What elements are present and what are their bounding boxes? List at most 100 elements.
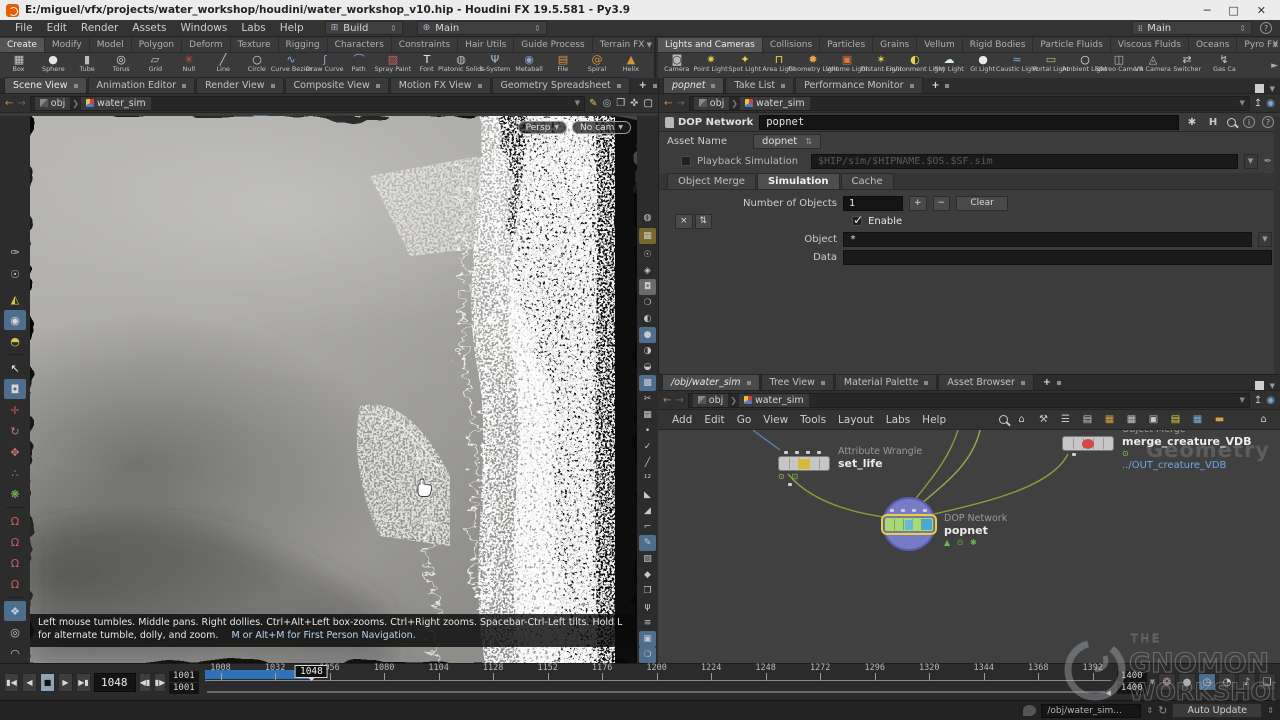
shelf-tool[interactable]: ▨ Spray Paint xyxy=(376,54,410,73)
path-dropdown-icon[interactable]: ▼ xyxy=(1239,396,1244,404)
shelf-tool[interactable]: ↯ Gas Ca xyxy=(1204,54,1244,73)
search-icon[interactable] xyxy=(1227,118,1236,127)
node-flags[interactable]: ⊙ ⊡ xyxy=(778,472,830,481)
link-mode-icon[interactable]: ◉ xyxy=(1266,98,1275,109)
tool-icon[interactable]: ✥ xyxy=(4,442,26,462)
shelf-tab[interactable]: Lights and Cameras xyxy=(658,38,763,52)
data-field[interactable] xyxy=(843,250,1272,265)
pane-tab[interactable]: Tree View xyxy=(761,374,834,390)
tab-close-icon[interactable] xyxy=(653,84,657,88)
tool-icon[interactable]: ❖ xyxy=(4,601,26,621)
playbar-option-icon[interactable]: ❏ xyxy=(1258,673,1276,691)
tab-close-icon[interactable] xyxy=(1057,381,1061,385)
display-option-icon[interactable]: ▩ xyxy=(639,375,656,391)
shelf-tab[interactable]: Collisions xyxy=(763,38,820,52)
shelf-set-selector[interactable]: ᎒᎒ Main ⇕ xyxy=(1132,21,1252,35)
param-tab[interactable]: Cache xyxy=(841,173,894,189)
camera-selector[interactable]: No cam▼ xyxy=(572,121,631,134)
pane-maximize-icon[interactable] xyxy=(1255,84,1264,93)
jump-to-end-button[interactable]: ▶▮ xyxy=(76,673,91,692)
jump-to-start-button[interactable]: ▮◀ xyxy=(4,673,19,692)
path-dropdown-icon[interactable]: ▼ xyxy=(1244,154,1258,169)
pane-white-icon[interactable]: ▢ xyxy=(644,98,653,109)
tool-icon[interactable]: ↖ xyxy=(4,358,26,378)
playback-simulation-checkbox[interactable] xyxy=(681,156,691,166)
enable-checkbox[interactable] xyxy=(852,216,862,226)
network-menu-item[interactable]: View xyxy=(757,413,794,427)
range-end-handle[interactable]: ◀ xyxy=(1106,689,1111,697)
context-path-field[interactable]: /obj/water_sim... xyxy=(1041,704,1141,718)
playbar-option-icon[interactable]: ● xyxy=(1178,673,1196,691)
menu-item[interactable]: Edit xyxy=(40,21,74,35)
shelf-tool[interactable]: @ Spiral xyxy=(580,54,614,73)
shelf-tool[interactable]: ⌒ Path xyxy=(342,54,376,73)
network-toolbar-icon[interactable]: ▣ xyxy=(1145,412,1162,427)
shelf-overflow-icon[interactable]: ▼ xyxy=(647,41,652,49)
tab-close-icon[interactable] xyxy=(182,84,186,88)
breadcrumb-obj[interactable]: obj xyxy=(35,97,70,110)
network-menu-item[interactable]: Add xyxy=(666,413,698,427)
param-tab[interactable]: Object Merge xyxy=(667,173,756,189)
display-option-icon[interactable]: ▣ xyxy=(639,631,656,647)
network-menu-item[interactable]: Go xyxy=(731,413,758,427)
shelf-tool[interactable]: ▦ Box xyxy=(2,54,36,73)
pane-tab[interactable]: Motion FX View xyxy=(390,77,491,93)
breadcrumb[interactable]: obj ❯ water_sim ▼ xyxy=(30,96,585,111)
playbar-option-icon[interactable]: ♪ xyxy=(1238,673,1256,691)
shelf-tool[interactable]: ∿ Curve Bezier xyxy=(274,54,308,73)
tool-icon[interactable]: ◭ xyxy=(4,289,26,309)
menu-item[interactable]: Assets xyxy=(125,21,173,35)
node-reference-link[interactable]: ../OUT_creature_VDB xyxy=(1122,460,1252,471)
recook-icon[interactable]: ↻ xyxy=(1158,704,1167,717)
network-canvas[interactable]: Geometry Attribute W xyxy=(658,430,1280,663)
breadcrumb-node[interactable]: water_sim xyxy=(740,97,810,110)
display-option-icon[interactable]: • xyxy=(639,423,656,439)
shelf-tool[interactable]: ◐ Environment Light xyxy=(898,54,932,73)
tab-close-icon[interactable] xyxy=(376,84,380,88)
message-log-icon[interactable] xyxy=(1023,705,1036,716)
pane-tab[interactable]: Performance Monitor xyxy=(795,77,922,93)
tool-icon[interactable]: Ω xyxy=(4,532,26,552)
menu-item[interactable]: Labs xyxy=(234,21,272,35)
tool-icon[interactable]: ◓ xyxy=(4,331,26,351)
tab-close-icon[interactable] xyxy=(711,84,715,88)
network-menu-item[interactable]: Tools xyxy=(794,413,832,427)
shelf-tool[interactable]: ◙ Camera xyxy=(660,54,694,73)
tool-icon[interactable]: ◠ xyxy=(4,643,26,663)
shelf-tool[interactable]: ʃ Draw Curve xyxy=(308,54,342,73)
step-back-button[interactable]: ◀▮ xyxy=(139,673,151,692)
tool-icon[interactable]: ◘ xyxy=(4,379,26,399)
tab-close-icon[interactable] xyxy=(478,84,482,88)
shelf-tab[interactable]: Rigid Bodies xyxy=(963,38,1034,52)
network-toolbar-icon[interactable]: ⌂ xyxy=(1255,412,1272,427)
display-option-icon[interactable]: ╱ xyxy=(639,455,656,471)
step-forward-button[interactable]: ▮▶ xyxy=(154,673,166,692)
timeline-ruler[interactable]: 1008103210561080110411281152117612001224… xyxy=(205,667,1111,697)
publish-icon[interactable]: ⌂ xyxy=(1013,412,1030,427)
tool-icon[interactable]: ✑ xyxy=(4,242,26,262)
network-menu-item[interactable]: Help xyxy=(916,413,952,427)
network-menu-item[interactable]: Labs xyxy=(880,413,916,427)
pane-tab[interactable]: Material Palette xyxy=(835,374,938,390)
shelf-tab[interactable]: Oceans xyxy=(1189,38,1237,52)
breadcrumb-obj[interactable]: obj xyxy=(693,394,728,407)
current-frame-field[interactable]: 1048 xyxy=(94,673,136,692)
shelf-tool[interactable]: ● Sphere xyxy=(36,54,70,73)
gear-icon[interactable]: ✱ xyxy=(1185,115,1199,130)
tool-icon[interactable] xyxy=(6,507,24,508)
pin-icon[interactable]: ↥ xyxy=(1254,98,1262,109)
pane-tab[interactable]: Render View xyxy=(196,77,283,93)
shelf-tab[interactable]: Constraints xyxy=(392,38,458,52)
playbar-option-icon[interactable]: ◷ xyxy=(1198,673,1216,691)
tab-close-icon[interactable] xyxy=(1021,381,1025,385)
shelf-tool[interactable]: ◉ Metaball xyxy=(512,54,546,73)
shelf-tab[interactable]: Characters xyxy=(328,38,392,52)
clear-button[interactable]: Clear xyxy=(956,196,1008,211)
network-toolbar-icon[interactable]: ▤ xyxy=(1167,412,1184,427)
tool-icon[interactable]: Ω xyxy=(4,511,26,531)
shelf-tool[interactable]: ◬ VR Camera xyxy=(1136,54,1170,73)
pane-tab[interactable]: Animation Editor xyxy=(88,77,196,93)
play-button[interactable]: ▶ xyxy=(58,673,73,692)
update-mode-selector[interactable]: Auto Update xyxy=(1172,703,1262,718)
tab-close-icon[interactable] xyxy=(910,84,914,88)
